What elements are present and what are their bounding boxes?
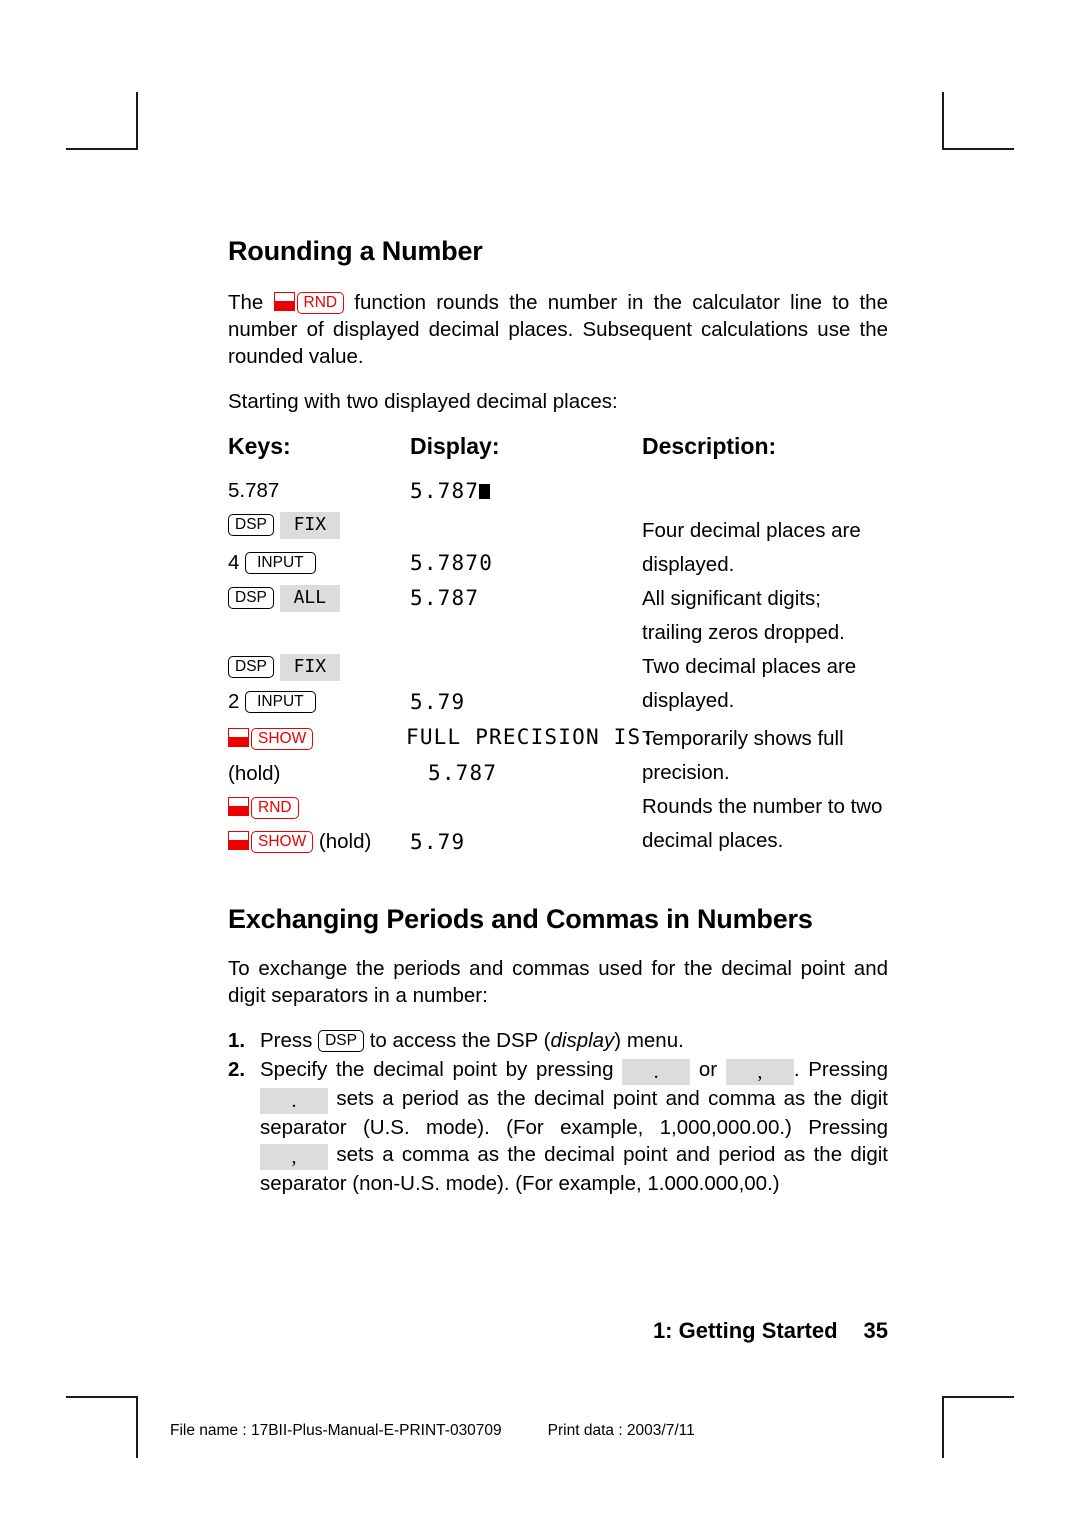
description-line: All significant digits; [642,587,821,610]
digit-4: 4 [228,551,240,574]
step-2-text-5: sets a comma as the decimal point and pe… [260,1143,888,1195]
table-row: DSP FIX [228,512,341,539]
exchanging-intro-paragraph: To exchange the periods and commas used … [228,957,888,1007]
menu-label-comma[interactable]: , [260,1144,328,1170]
shift-key-icon [228,728,249,747]
description-line: decimal places. [642,829,784,852]
lcd-display-value: 5.787 [410,586,480,610]
section-heading-exchanging: Exchanging Periods and Commas in Numbers [228,904,813,934]
lcd-display-value: 5.79 [410,690,466,714]
keys-value-5787: 5.787 [228,479,280,502]
table-header-row: Keys: Display: Description: [228,433,888,460]
menu-label-fix[interactable]: FIX [279,654,341,681]
description-line: trailing zeros dropped. [642,621,845,644]
table-row: DSP FIX [228,654,341,681]
table-row: SHOW (hold) [228,829,371,855]
description-line: precision. [642,761,730,784]
hold-note: (hold) [228,762,281,785]
lcd-display-message: FULL PRECISION IS: [406,725,656,749]
rounding-intro-paragraph: The RND function rounds the number in th… [228,289,888,370]
table-row: SHOW [228,726,314,752]
table-row: DSP ALL [228,585,341,612]
table-row: 2 INPUT [228,689,316,715]
step-2: 2. Specify the decimal point by pressing… [228,1056,888,1197]
table-body: 5.787 DSP FIX 4 INPUT DSP ALL DSP FIX 2 … [228,478,888,860]
table-row: 4 INPUT [228,550,316,576]
menu-label-period[interactable]: . [260,1088,328,1114]
crop-mark-top-right-icon [942,92,1014,152]
digit-2: 2 [228,690,240,713]
step-1-number: 1. [228,1029,246,1052]
crop-mark-bottom-left-icon [66,1396,138,1458]
rnd-key: RND [296,292,345,314]
paragraph-lead-text: The [228,291,264,314]
description-line: Four decimal places are [642,519,861,542]
print-footer-file-name: File name : 17BII-Plus-Manual-E-PRINT-03… [170,1422,502,1439]
show-key[interactable]: SHOW [251,831,314,853]
menu-label-fix[interactable]: FIX [279,512,341,539]
step-2-text-3: . Pressing [793,1058,888,1081]
menu-label-all[interactable]: ALL [279,585,341,612]
footer-chapter: 1: Getting Started [652,1318,838,1343]
footer-page-number: 35 [863,1318,888,1343]
description-line: displayed. [642,689,735,712]
print-footer: File name : 17BII-Plus-Manual-E-PRINT-03… [170,1422,970,1440]
shift-key-icon [273,292,295,311]
steps-list: 1. Press DSP to access the DSP (display)… [228,1027,888,1197]
lcd-text: 5.787 [410,479,480,503]
table-row: (hold) [228,761,280,787]
step-2-text-2: or [698,1058,718,1081]
column-header-display: Display: [410,433,500,459]
menu-label-comma[interactable]: , [725,1059,794,1085]
shift-key-icon [228,831,249,850]
lcd-cursor-icon [479,484,491,499]
step-1-after-b: ) menu. [614,1029,684,1052]
column-header-description: Description: [642,433,777,459]
section-heading-rounding: Rounding a Number [228,236,483,266]
dsp-key[interactable]: DSP [228,656,274,678]
step-2-text-1: Specify the decimal point by pressing [260,1058,614,1081]
table-row: RND [228,795,299,821]
lcd-display-value: 5.7870 [410,551,494,575]
keys-display-description-table: Keys: Display: Description: 5.787 DSP FI… [228,433,888,860]
starting-line: Starting with two displayed decimal plac… [228,390,618,413]
page-footer: 1: Getting Started 35 [228,1318,888,1344]
hold-note: (hold) [318,830,372,853]
lcd-display-value: 5.787 [410,478,491,504]
shift-key-icon [228,797,249,816]
description-line: Temporarily shows full [642,727,844,750]
step-1-after-a: to access the DSP ( [369,1029,551,1052]
step-1-before: Press [260,1029,313,1052]
step-2-text-4: sets a period as the decimal point and c… [260,1087,888,1139]
lcd-display-value: 5.79 [410,830,466,854]
dsp-key[interactable]: DSP [318,1030,364,1052]
description-line: Two decimal places are [642,655,857,678]
input-key[interactable]: INPUT [245,691,316,713]
menu-label-period[interactable]: . [622,1059,691,1085]
lcd-display-value: 5.787 [428,761,498,785]
description-line: Rounds the number to two [642,795,883,818]
dsp-key[interactable]: DSP [228,514,274,536]
step-1-italic: display [550,1029,615,1052]
input-key[interactable]: INPUT [245,552,316,574]
step-1: 1. Press DSP to access the DSP (display)… [228,1027,888,1054]
crop-mark-top-left-icon [66,92,138,152]
description-line: displayed. [642,553,735,576]
manual-page: Rounding a Number The RND function round… [0,0,1080,1526]
table-row: 5.787 [228,478,279,504]
rnd-key[interactable]: RND [251,797,299,819]
column-header-keys: Keys: [228,433,291,459]
show-key[interactable]: SHOW [251,728,314,750]
print-footer-print-data: Print data : 2003/7/11 [547,1422,695,1439]
page-content: Rounding a Number The RND function round… [228,236,888,1199]
step-2-number: 2. [228,1058,246,1081]
dsp-key[interactable]: DSP [228,587,274,609]
